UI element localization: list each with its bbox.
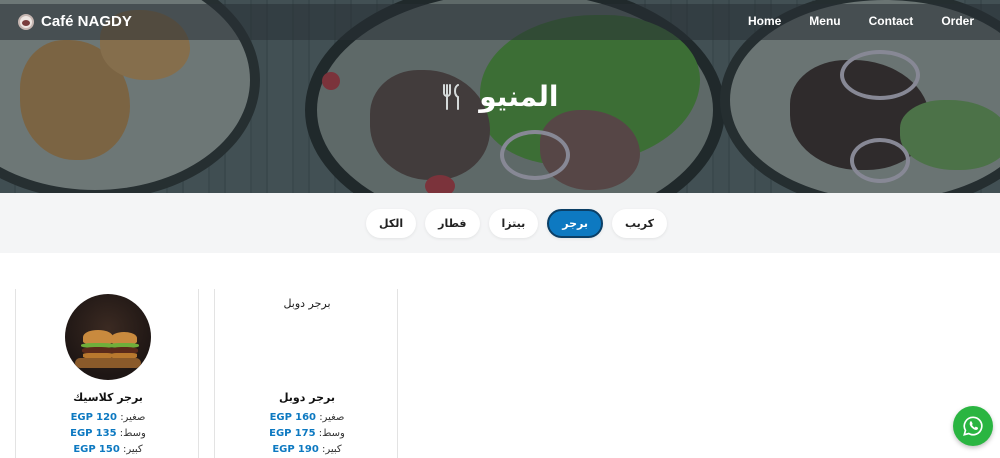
filter-breakfast[interactable]: فطار — [425, 209, 480, 238]
whatsapp-icon — [963, 416, 983, 436]
coffee-cup-icon — [18, 13, 34, 30]
menu-card[interactable]: برجر كلاسيك صغير: 120 EGP وسط: 135 EGP ك… — [15, 289, 199, 458]
price-large: كبير: 190 EGP — [272, 444, 342, 455]
nav-link-home[interactable]: Home — [748, 14, 781, 28]
category-filters: الكل فطار بيتزا برجر كريب — [366, 209, 668, 238]
brand-name: Café NAGDY — [41, 13, 132, 30]
nav-link-menu[interactable]: Menu — [809, 14, 840, 28]
price-medium: وسط: 135 EGP — [70, 428, 146, 439]
broken-image-alt-text: برجر دوبل — [283, 297, 331, 310]
price-small: صغير: 120 EGP — [70, 412, 146, 423]
fork-knife-icon — [441, 83, 463, 113]
burger-image — [65, 294, 151, 380]
filter-burger[interactable]: برجر — [547, 209, 603, 238]
menu-items: برجر كلاسيك صغير: 120 EGP وسط: 135 EGP ك… — [0, 289, 1000, 458]
filter-pizza[interactable]: بيتزا — [488, 209, 539, 238]
nav-link-order[interactable]: Order — [941, 14, 974, 28]
menu-item-name: برجر كلاسيك — [73, 391, 143, 404]
price-small: صغير: 160 EGP — [269, 412, 345, 423]
filter-crepe[interactable]: كريب — [612, 209, 668, 238]
menu-item-name: برجر دوبل — [278, 391, 335, 404]
nav-links: Home Menu Contact Order — [748, 14, 974, 28]
category-filter-bar: الكل فطار بيتزا برجر كريب — [0, 193, 1000, 253]
nav-link-contact[interactable]: Contact — [869, 14, 914, 28]
navbar: Café NAGDY Home Menu Contact Order — [0, 4, 1000, 40]
page-title-text: المنيو — [479, 80, 559, 113]
whatsapp-button[interactable] — [953, 406, 993, 446]
price-large: كبير: 150 EGP — [73, 444, 143, 455]
price-medium: وسط: 175 EGP — [269, 428, 345, 439]
page-title: المنيو — [0, 80, 1000, 113]
brand-logo[interactable]: Café NAGDY — [18, 13, 132, 30]
menu-card[interactable]: برجر دوبل برجر دوبل صغير: 160 EGP وسط: 1… — [214, 289, 398, 458]
filter-all[interactable]: الكل — [366, 209, 417, 238]
